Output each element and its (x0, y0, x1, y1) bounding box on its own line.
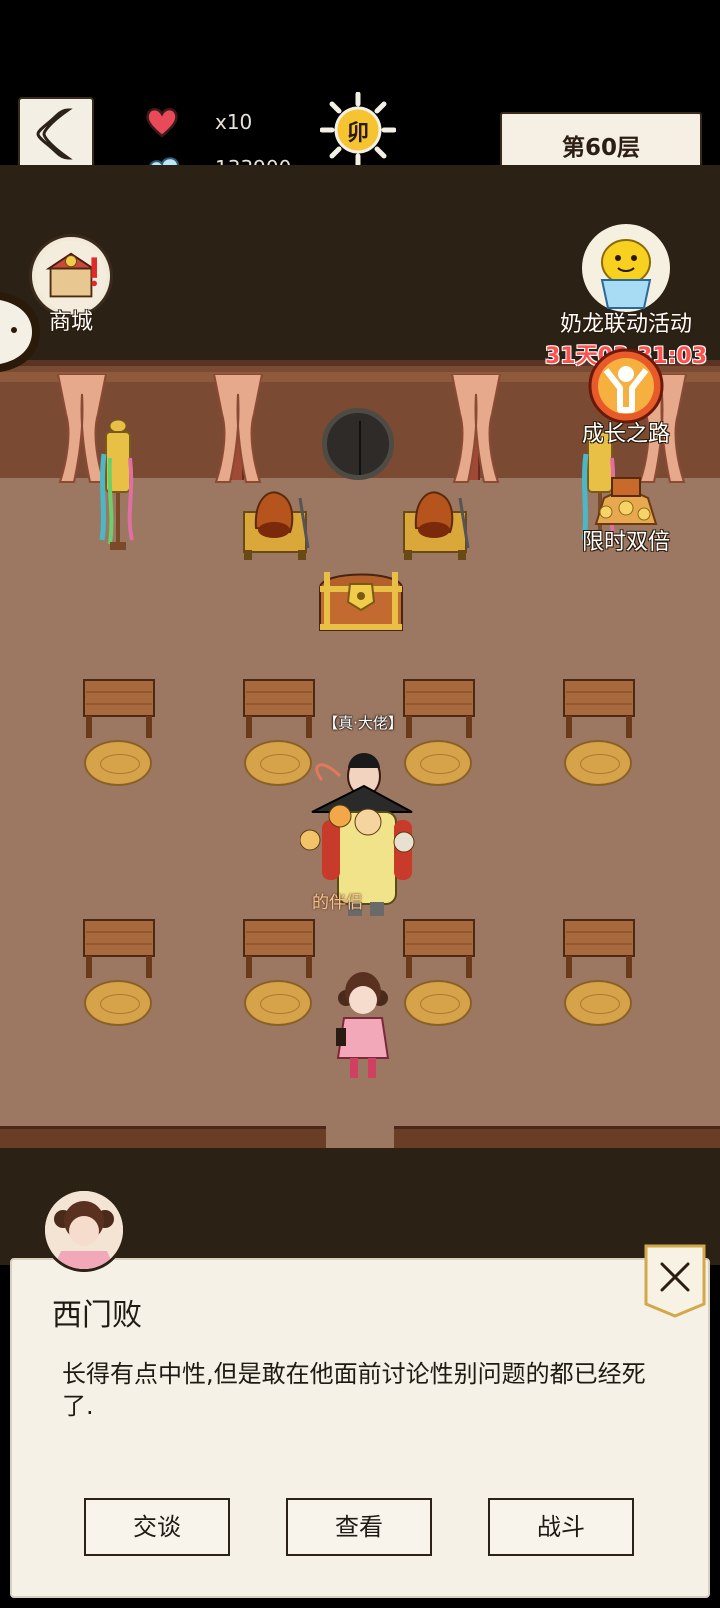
talk-button[interactable]: 交谈 (84, 1498, 230, 1556)
curtain (212, 374, 264, 483)
round-door[interactable] (322, 408, 394, 480)
floor-cushion (84, 740, 152, 786)
throne-seat (403, 491, 470, 560)
npc-name: 西门败 (52, 1298, 142, 1333)
npc-description: 长得有点中性,但是敢在他面前讨论性别问题的都已经死了. (62, 1360, 646, 1420)
player-avatar (42, 1188, 126, 1272)
throne-seat (243, 491, 310, 560)
heart-icon (146, 107, 178, 138)
companion-tag: 的伴侣 (312, 893, 363, 913)
treasure-pile-icon (594, 477, 658, 525)
back-button[interactable] (18, 97, 94, 171)
close-icon[interactable] (644, 1244, 706, 1318)
floor-cushion (404, 980, 472, 1026)
floor-cushion (84, 980, 152, 1026)
back-arrow-icon (36, 108, 73, 160)
floor-cushion (564, 980, 632, 1026)
fight-button[interactable]: 战斗 (488, 1498, 634, 1556)
wooden-table (83, 679, 155, 738)
game-scene: x10 133900 卯 第60层 (0, 0, 720, 1608)
player-portrait-icon (45, 1191, 123, 1269)
wooden-table (243, 679, 315, 738)
lives-count: x10 (215, 110, 253, 134)
curtain (450, 374, 502, 483)
npc-title-tag: 【真·大佬】 (323, 714, 403, 732)
time-glyph: 卯 (346, 121, 369, 146)
growth-path-label: 成长之路 (581, 422, 670, 447)
inspect-button[interactable]: 查看 (286, 1498, 432, 1556)
naiLong-mascot-icon (582, 224, 670, 312)
floor-cushion (564, 740, 632, 786)
side-character-icon[interactable] (0, 292, 40, 372)
wooden-table (563, 679, 635, 738)
growth-figure-icon (588, 348, 664, 424)
floor-edge-right (394, 1126, 720, 1148)
wooden-table (563, 919, 635, 978)
floor-edge-left (0, 1126, 326, 1148)
wooden-table (83, 919, 155, 978)
treasure-chest-icon[interactable] (316, 566, 406, 634)
wooden-table (403, 679, 475, 738)
double-reward-button[interactable]: 限时双倍 (566, 468, 686, 556)
room-exit[interactable] (326, 1126, 394, 1148)
event-label: 奶龙联动活动 (559, 312, 692, 337)
double-reward-label: 限时双倍 (581, 530, 670, 555)
player-character (336, 972, 390, 1078)
growth-path-button[interactable]: 成长之路 (566, 348, 686, 448)
floor-cushion (244, 980, 312, 1026)
banner-stand (99, 414, 134, 550)
